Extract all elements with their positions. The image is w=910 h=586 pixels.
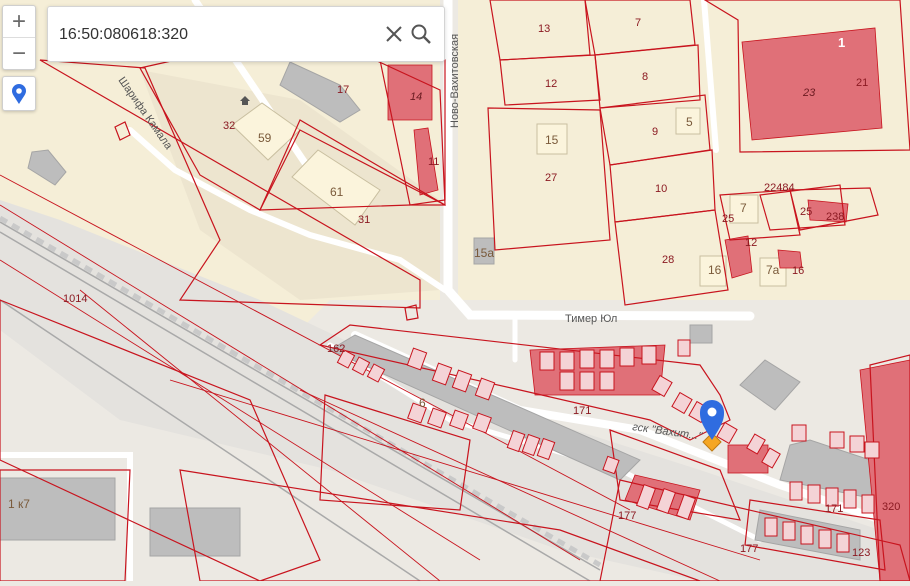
building-label: 15а: [474, 246, 494, 260]
parcel-label: 238: [826, 211, 844, 223]
zoom-out-button[interactable]: −: [3, 38, 35, 69]
parcel-label: 162: [327, 343, 345, 355]
parcel-label: 21: [856, 77, 868, 89]
building-label: 61: [330, 185, 344, 199]
parcel-label: 10: [655, 183, 667, 195]
close-icon[interactable]: [383, 23, 405, 45]
parcel-label: 7: [635, 17, 641, 29]
parcel-label: 8: [642, 71, 648, 83]
search-box: [47, 6, 445, 62]
map-pin-icon: [12, 83, 26, 104]
building-label: 1 к7: [8, 497, 30, 511]
minus-icon: −: [11, 39, 26, 67]
parcel-label: 12: [745, 237, 757, 249]
building-label: 1: [838, 35, 845, 50]
building-label: 7: [740, 201, 747, 215]
building-label: 16: [708, 263, 722, 277]
zoom-control: + −: [2, 5, 36, 70]
building-label: 15: [545, 133, 559, 147]
parcel-label: 27: [545, 172, 557, 184]
parcel-label: 28: [662, 254, 674, 266]
parcel-label: 171: [573, 405, 591, 417]
parcel-label: 13: [538, 23, 550, 35]
street-label: Ново-Вахитовская: [449, 34, 461, 128]
parcel-label: 11: [428, 156, 439, 168]
parcel-label: 25: [722, 213, 734, 225]
parcel-label: 32: [223, 120, 235, 132]
cadastral-map[interactable]: 13 7 12 8 9 27 10 28 21 22484 25 238 25 …: [0, 0, 910, 584]
parcel-label: 16: [792, 265, 804, 277]
parcel-label: 1014: [63, 293, 87, 305]
parcel-label: 177: [618, 510, 636, 522]
search-icon[interactable]: [410, 23, 432, 45]
street-label: Тимер Юл: [565, 313, 617, 325]
parcel-label: 31: [358, 214, 370, 226]
building-label: 14: [410, 91, 422, 103]
parcel-label: 123: [852, 547, 870, 559]
parcel-label: 171: [825, 503, 843, 515]
parcel-label: 9: [652, 126, 658, 138]
building-label: 5: [686, 115, 693, 129]
parcel-label: 320: [882, 501, 900, 513]
parcel-label: 17: [337, 84, 349, 96]
building-label: 59: [258, 131, 272, 145]
parcel-label: 12: [545, 78, 557, 90]
parcel-label: 22484: [764, 182, 795, 194]
parcel-label: 177: [740, 543, 758, 555]
building-label: 6: [419, 396, 426, 410]
parcel-label: 25: [800, 206, 812, 218]
building-label: 7а: [766, 263, 780, 277]
plus-icon: +: [11, 7, 26, 35]
building-label: 23: [802, 87, 816, 99]
search-input[interactable]: [57, 21, 371, 49]
zoom-in-button[interactable]: +: [3, 6, 35, 37]
my-location-button[interactable]: [2, 76, 36, 111]
